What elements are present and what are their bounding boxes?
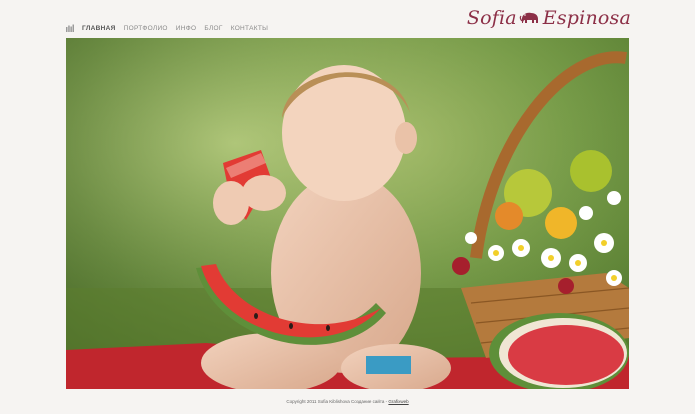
logo-text-second: Espinosa [542, 7, 631, 29]
home-icon[interactable] [66, 24, 74, 32]
nav-item-portfolio[interactable]: ПОРТФОЛИО [124, 25, 168, 32]
hero-photo [66, 38, 629, 389]
elephant-icon [519, 12, 538, 23]
logo-text-first: Sofia [466, 7, 517, 29]
hero-illustration [66, 38, 629, 389]
nav-item-blog[interactable]: БЛОГ [204, 25, 222, 32]
nav-item-info[interactable]: ИНФО [176, 25, 197, 32]
footer: Copyright 2011 Sofia Kiblishova Создание… [0, 399, 695, 404]
main-nav: ГЛАВНАЯ ПОРТФОЛИО ИНФО БЛОГ КОНТАКТЫ [66, 24, 268, 32]
nav-item-contacts[interactable]: КОНТАКТЫ [231, 25, 268, 32]
site-logo[interactable]: Sofia Espinosa [467, 7, 631, 29]
nav-item-home[interactable]: ГЛАВНАЯ [82, 25, 116, 32]
footer-link[interactable]: Grafixweb [388, 399, 408, 404]
footer-copyright: Copyright 2011 Sofia Kiblishova Создание… [286, 399, 388, 404]
